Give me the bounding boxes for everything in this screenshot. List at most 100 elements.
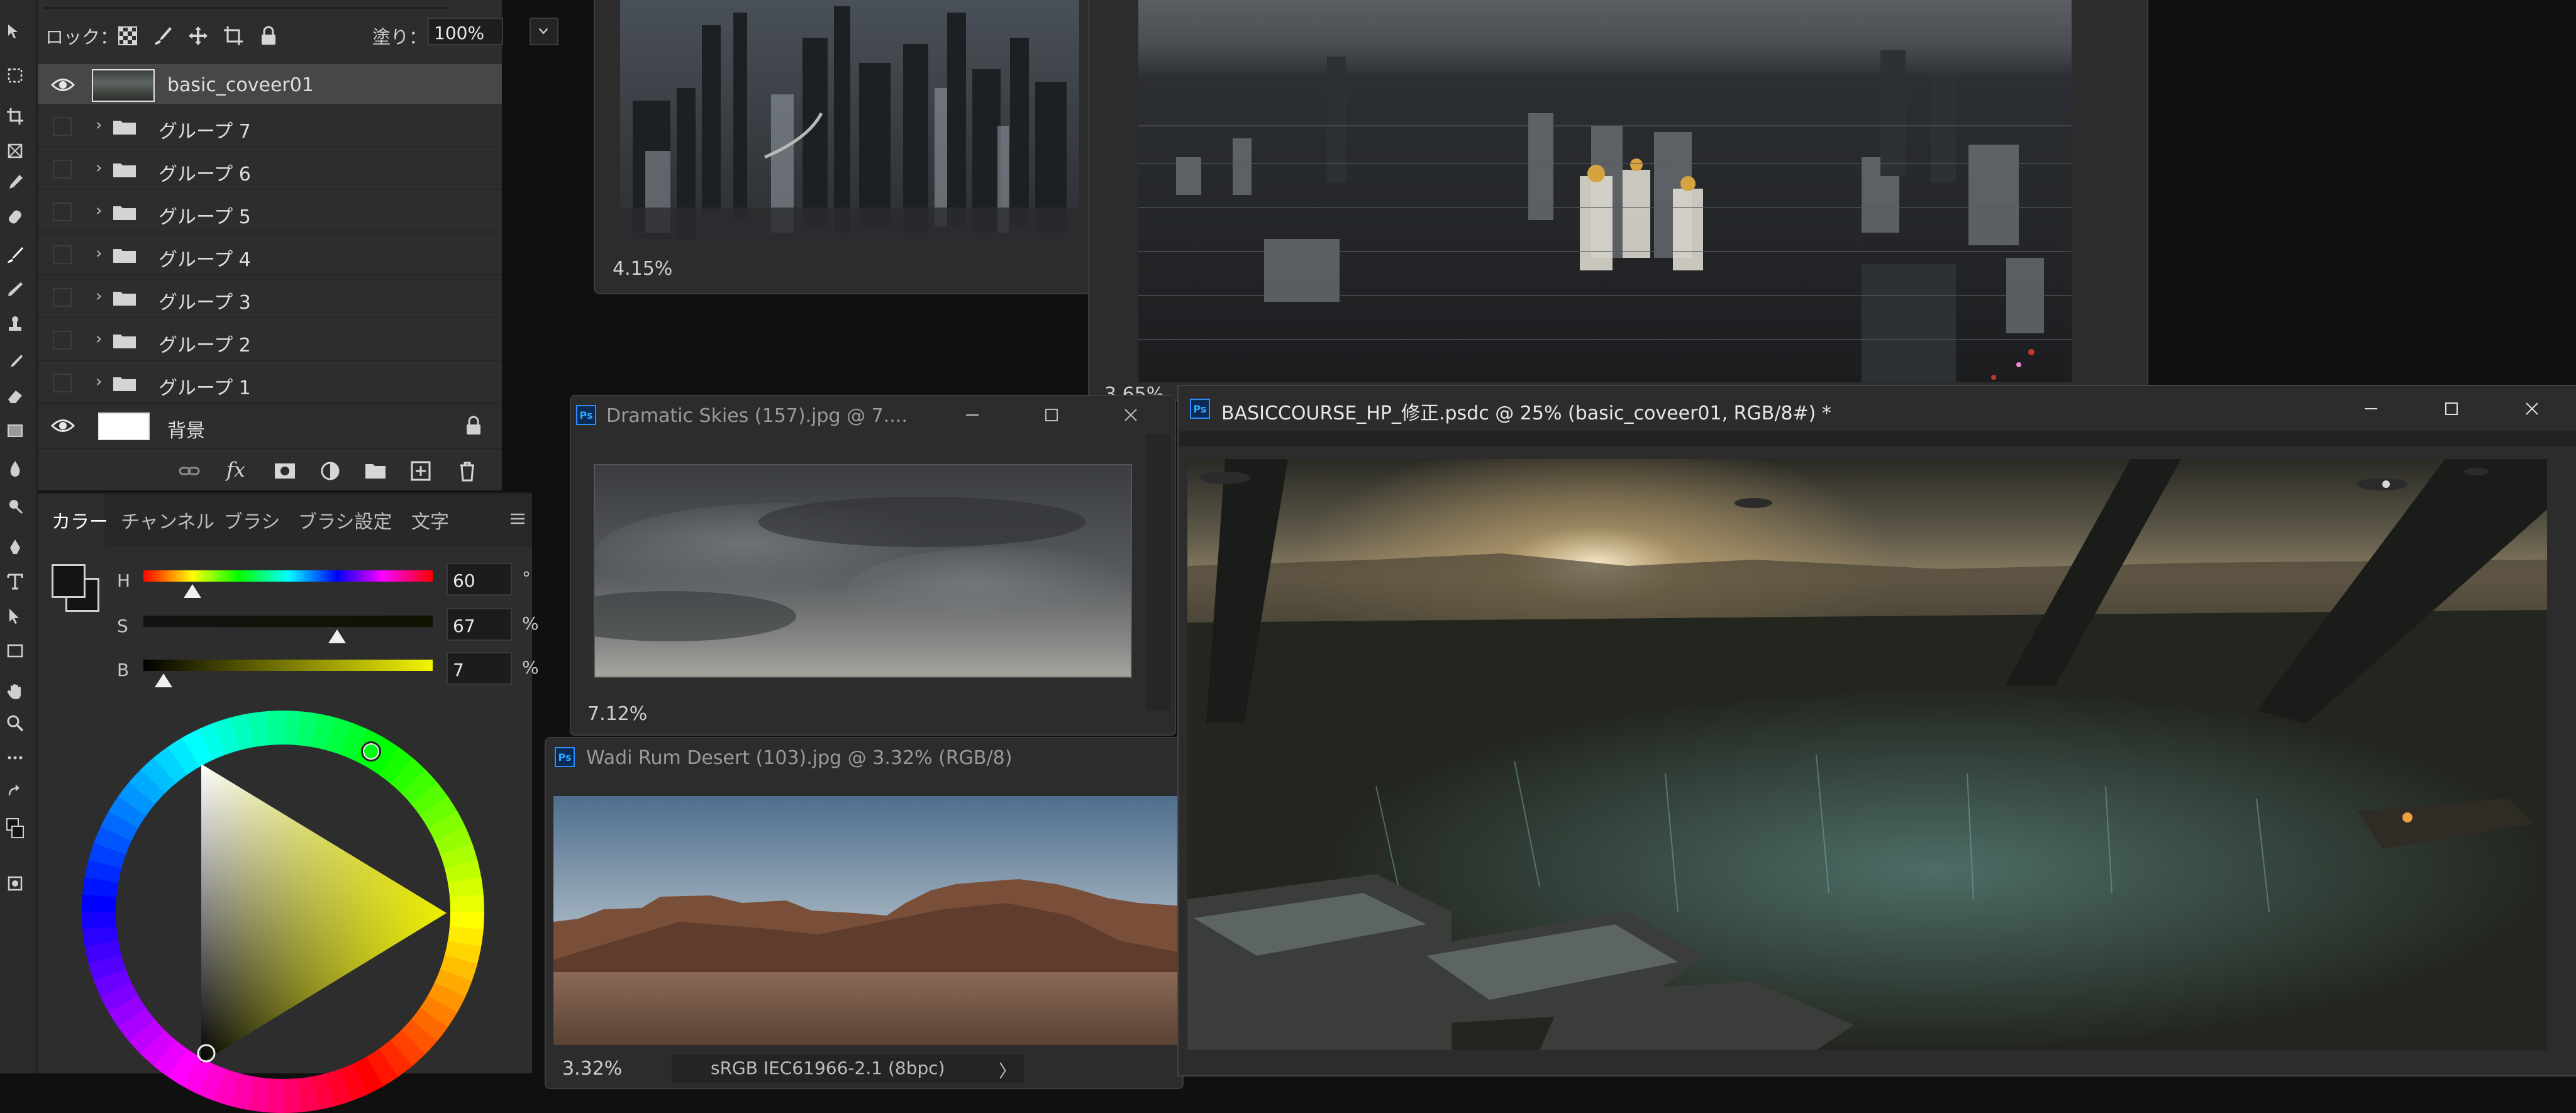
maximize-icon[interactable] [1040,404,1063,426]
layer-name[interactable]: グループ 2 [158,329,251,357]
info-arrow-icon[interactable]: 〉 [999,1058,1016,1083]
zoom-level[interactable]: 4.15% [613,258,672,280]
path-select-icon[interactable] [3,604,28,629]
visibility-toggle[interactable] [53,331,72,350]
window-titlebar[interactable]: Ps Dramatic Skies (157).jpg @ 7.... [571,396,1175,434]
layer-row[interactable]: › グループ 5 [38,191,502,233]
expand-chevron-icon[interactable]: › [96,244,102,263]
layer-row[interactable]: 背景 [38,405,502,446]
s-input[interactable]: 67 [447,608,512,641]
adjustment-layer-icon[interactable] [318,459,342,483]
tab-brushes[interactable]: ブラシ [224,506,280,534]
minimize-icon[interactable] [2360,397,2382,420]
minimize-icon[interactable] [961,404,984,426]
blur-tool-icon[interactable] [3,456,28,481]
document-info-bar[interactable]: sRGB IEC61966-2.1 (8bpc) 〉 [672,1055,1024,1083]
move-tool-icon[interactable] [3,19,28,44]
lock-icon[interactable] [464,415,483,436]
tab-color[interactable]: カラー [52,506,108,534]
brightness-slider-knob[interactable] [155,673,173,687]
new-group-icon[interactable] [364,459,387,483]
crop-tool-icon[interactable] [3,104,28,129]
shape-tool-icon[interactable] [3,638,28,663]
expand-chevron-icon[interactable]: › [96,158,102,177]
visibility-toggle[interactable] [53,288,72,307]
layer-row[interactable]: › グループ 4 [38,234,502,275]
document-canvas[interactable] [553,796,1185,1045]
pen-tool-icon[interactable] [3,534,28,560]
lock-transparent-pixels-icon[interactable] [117,25,138,47]
layer-name[interactable]: グループ 3 [158,287,251,314]
eyedropper-tool-icon[interactable] [3,170,28,195]
document-window-city-large[interactable]: 3.65% [1088,0,2148,406]
expand-chevron-icon[interactable]: › [96,329,102,348]
eraser-tool-icon[interactable] [3,384,28,409]
lock-position-icon[interactable] [187,25,209,47]
scrollbar[interactable] [1146,434,1171,711]
document-window-desert[interactable]: Ps Wadi Rum Desert (103).jpg @ 3.32% (RG… [545,737,1185,1089]
tab-channels[interactable]: チャンネル [121,506,214,534]
layer-name[interactable]: グループ 1 [158,372,251,400]
brush-tool-icon[interactable] [3,242,28,267]
lock-all-icon[interactable] [258,25,279,47]
sv-triangle[interactable] [201,764,447,1063]
document-canvas[interactable] [1138,0,2072,382]
layer-name[interactable]: グループ 5 [158,201,251,229]
fill-dropdown[interactable] [530,18,558,45]
layer-name[interactable]: 背景 [167,415,205,443]
pencil-tool-icon[interactable] [3,277,28,302]
zoom-level[interactable]: 7.12% [587,703,647,725]
zoom-tool-icon[interactable] [3,711,28,736]
quick-mask-icon[interactable] [3,871,28,896]
saturation-slider[interactable] [143,616,433,627]
b-input[interactable]: 7 [447,652,512,685]
expand-chevron-icon[interactable]: › [96,201,102,220]
layer-name[interactable]: グループ 7 [158,116,251,143]
tab-type[interactable]: 文字 [411,506,449,534]
stamp-tool-icon[interactable] [3,311,28,336]
visibility-toggle[interactable] [53,117,72,136]
history-brush-icon[interactable] [3,349,28,374]
more-tools-icon[interactable] [3,745,28,770]
fill-input[interactable]: 100% [428,18,503,45]
maximize-icon[interactable] [2440,397,2463,420]
visibility-toggle[interactable] [53,245,72,264]
fg-bg-swatch-icon[interactable] [3,811,28,855]
document-window-city-small[interactable]: 4.15% [594,0,1091,294]
link-layers-icon[interactable] [177,459,201,483]
document-canvas[interactable] [594,464,1132,678]
layer-row[interactable]: › グループ 1 [38,362,502,404]
brightness-slider[interactable] [143,660,433,671]
foreground-color-swatch[interactable] [52,564,86,598]
fx-icon[interactable]: fx [226,458,250,482]
window-titlebar[interactable]: Ps Wadi Rum Desert (103).jpg @ 3.32% (RG… [546,738,1182,776]
window-titlebar[interactable]: Ps BASICCOURSE_HP_修正.psdc @ 25% (basic_c… [1179,386,2576,431]
document-canvas[interactable] [620,0,1079,249]
layer-row[interactable]: › グループ 2 [38,319,502,361]
color-wheel[interactable] [82,711,484,1113]
delete-layer-icon[interactable] [455,459,479,483]
lock-artboard-icon[interactable] [223,25,244,47]
hand-tool-icon[interactable] [3,679,28,704]
healing-tool-icon[interactable] [3,204,28,230]
h-input[interactable]: 60 [447,563,512,595]
close-icon[interactable] [2521,397,2543,420]
lock-image-pixels-icon[interactable] [152,25,174,47]
document-window-main[interactable]: Ps BASICCOURSE_HP_修正.psdc @ 25% (basic_c… [1177,385,2576,1077]
panel-menu-icon[interactable] [508,511,527,526]
gradient-tool-icon[interactable] [3,418,28,443]
add-mask-icon[interactable] [273,459,297,483]
visibility-toggle[interactable] [53,374,72,392]
layer-row[interactable]: basic_coveer01 [38,64,502,106]
visibility-toggle[interactable] [53,202,72,221]
marquee-tool-icon[interactable] [3,63,28,88]
frame-tool-icon[interactable] [3,138,28,163]
layer-name[interactable]: グループ 6 [158,158,251,186]
swap-colors-icon[interactable] [3,780,28,805]
visibility-eye-icon[interactable] [50,416,75,435]
layer-row[interactable]: › グループ 6 [38,148,502,190]
layer-name[interactable]: basic_coveer01 [167,74,314,96]
hue-slider-knob[interactable] [184,584,202,598]
visibility-eye-icon[interactable] [50,75,75,94]
expand-chevron-icon[interactable]: › [96,287,102,306]
